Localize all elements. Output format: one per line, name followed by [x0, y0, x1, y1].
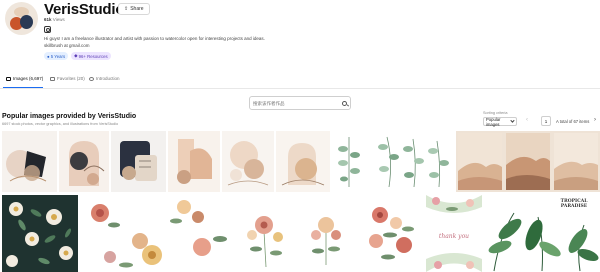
share-icon: ⇪ [124, 6, 129, 12]
avatar[interactable] [5, 2, 38, 35]
artwork [69, 141, 105, 186]
chevron-down-icon [510, 118, 515, 123]
image-tile-abstract-arch[interactable] [59, 131, 109, 192]
image-tile-terracotta-shapes[interactable] [168, 131, 220, 192]
artwork [369, 207, 414, 260]
tab-images[interactable]: Images (6,697) [6, 76, 43, 81]
image-tile-eucalyptus-set[interactable] [369, 131, 454, 192]
image-tile-floral-wreath[interactable] [358, 195, 424, 272]
artwork [338, 137, 360, 187]
profile-name: VerisStudio [44, 1, 125, 18]
image-tile-small-bouquet[interactable] [296, 195, 356, 272]
pagination-total: A total of 67 items [556, 119, 590, 124]
search-input[interactable] [253, 100, 341, 106]
image-tile-tropical-leaves[interactable]: TROPICAL PARADISE [484, 195, 600, 272]
artwork [311, 217, 341, 265]
artwork [378, 136, 449, 188]
resources-badge: ◆ 96+ Resources [71, 52, 111, 60]
artwork [227, 141, 269, 186]
next-page-button[interactable]: › [594, 117, 596, 123]
tab-introduction[interactable]: Introduction [89, 76, 120, 81]
bio-line: Hi guys! I am a freelance illustrator an… [44, 36, 265, 41]
years-badge: ● 5 Years [44, 52, 69, 60]
artwork [177, 139, 212, 184]
image-tile-dark-floral-pattern[interactable] [2, 195, 78, 272]
sort-label: Sorting criteria [483, 111, 508, 115]
artwork [6, 202, 73, 267]
profile-bio: Hi guys! I am a freelance illustrator an… [44, 36, 265, 50]
profile-tabs: Images (6,697) Favorites (20) Introducti… [0, 76, 600, 86]
thank-you-text: thank you [438, 233, 470, 240]
sort-value: Popular images [486, 116, 501, 127]
sort-dropdown[interactable]: Popular images [483, 116, 517, 127]
image-tile-peach-circles[interactable] [222, 131, 274, 192]
profile-stats: 61k Views [44, 17, 65, 22]
artwork [281, 143, 325, 186]
artwork [6, 150, 47, 182]
share-button[interactable]: ⇪ Share [118, 3, 150, 15]
artwork [120, 141, 157, 181]
image-tile-desert-triptych[interactable] [456, 131, 600, 192]
search-icon[interactable] [342, 100, 347, 106]
profile-badges: ● 5 Years ◆ 96+ Resources [44, 52, 111, 60]
tabs-divider [0, 88, 600, 89]
author-search [249, 96, 351, 110]
instagram-icon[interactable] [44, 26, 51, 33]
artwork [458, 133, 598, 190]
section-title: Popular images provided by VerisStudio [2, 113, 137, 120]
image-tile-wildflower-bouquets[interactable] [238, 195, 294, 272]
image-tile-eucalyptus-branches[interactable] [332, 131, 367, 192]
stats-label: Views [52, 17, 65, 22]
section-subtitle: 6697 stock photos, vector graphics, and … [2, 122, 119, 126]
tab-favorites[interactable]: Favorites (20) [50, 76, 85, 81]
image-tile-navy-collage[interactable] [111, 131, 166, 192]
page-number-input[interactable]: 1 [541, 116, 551, 126]
image-tile-peony-clipart[interactable] [80, 195, 236, 272]
artwork [247, 216, 283, 268]
tropical-title: TROPICAL PARADISE [560, 199, 588, 209]
folder-icon [50, 76, 55, 81]
artwork [91, 200, 227, 268]
person-icon [89, 76, 94, 81]
stats-count: 61k [44, 17, 52, 22]
prev-page-button[interactable]: ‹ [526, 117, 528, 123]
share-label: Share [130, 6, 144, 12]
image-tile-arch-sun[interactable] [276, 131, 330, 192]
image-tile-abstract-shapes[interactable] [2, 131, 57, 192]
image-icon [6, 76, 11, 81]
bio-email: skillbrush at gmail.com [44, 42, 90, 48]
image-tile-floral-corner-frame[interactable]: thank you [426, 195, 482, 272]
